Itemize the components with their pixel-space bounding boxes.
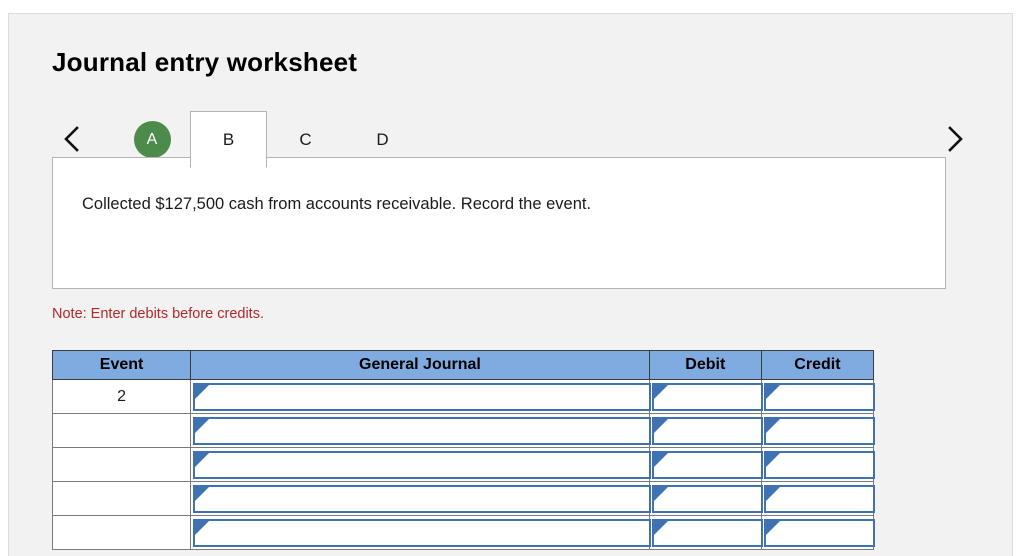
- cell-marker-triangle-icon: [193, 518, 651, 547]
- account-title-input-cell: [190, 379, 651, 414]
- transaction-prompt-box: Collected $127,500 cash from accounts re…: [52, 157, 946, 289]
- credit-amount-input[interactable]: [779, 384, 871, 409]
- cell-marker-triangle-icon: [763, 416, 875, 445]
- tab-c-label: C: [299, 129, 312, 149]
- cell-marker-triangle-icon: [651, 518, 763, 547]
- cell-marker-triangle-icon: [763, 518, 875, 547]
- credit-amount-input[interactable]: [779, 520, 871, 545]
- table-row: [51, 481, 875, 516]
- credit-amount-input-cell: [760, 413, 875, 448]
- account-title-input-cell: [190, 413, 651, 448]
- tab-b[interactable]: B: [190, 111, 267, 168]
- debit-amount-input-cell: [648, 379, 763, 414]
- tab-b-label: B: [222, 129, 235, 149]
- debit-amount-input-cell: [648, 413, 763, 448]
- transaction-prompt-text: Collected $127,500 cash from accounts re…: [82, 195, 592, 213]
- event-number-cell: 2: [51, 379, 192, 414]
- debit-amount-input-cell: [648, 481, 763, 516]
- column-header-event: Event: [51, 350, 192, 380]
- table-row: [51, 447, 875, 482]
- account-title-input[interactable]: [209, 384, 647, 409]
- credit-amount-input[interactable]: [779, 486, 871, 511]
- cell-marker-triangle-icon: [651, 450, 763, 479]
- cell-marker-triangle-icon: [651, 416, 763, 445]
- account-title-input[interactable]: [209, 418, 647, 443]
- tab-a-label: A: [133, 121, 171, 158]
- debit-amount-input-cell: [648, 515, 763, 550]
- cell-marker-triangle-icon: [193, 382, 651, 411]
- page-title: Journal entry worksheet: [52, 47, 358, 77]
- column-header-debit: Debit: [648, 350, 762, 380]
- account-title-input[interactable]: [209, 520, 647, 545]
- account-title-input-cell: [190, 481, 651, 516]
- worksheet-panel: Journal entry worksheet A B C D Collecte…: [8, 13, 1013, 556]
- event-number-cell: [51, 481, 192, 516]
- credit-amount-input-cell: [760, 515, 875, 550]
- cell-marker-triangle-icon: [193, 484, 651, 513]
- debit-amount-input[interactable]: [667, 418, 759, 443]
- account-title-input-cell: [190, 447, 651, 482]
- debits-before-credits-note: Note: Enter debits before credits.: [52, 306, 264, 322]
- cell-marker-triangle-icon: [763, 382, 875, 411]
- credit-amount-input[interactable]: [779, 452, 871, 477]
- credit-amount-input-cell: [760, 481, 875, 516]
- journal-table-header-row: Event General Journal Debit Credit: [51, 350, 875, 380]
- journal-table-body: 2: [51, 379, 875, 550]
- event-number-cell: [51, 447, 192, 482]
- debit-amount-input[interactable]: [667, 520, 759, 545]
- account-title-input[interactable]: [209, 486, 647, 511]
- chevron-left-icon: [61, 124, 83, 154]
- table-row: [51, 413, 875, 448]
- cell-marker-triangle-icon: [763, 450, 875, 479]
- cell-marker-triangle-icon: [193, 416, 651, 445]
- column-header-general-journal: General Journal: [190, 350, 650, 380]
- column-header-credit: Credit: [760, 350, 875, 380]
- journal-table-head: Event General Journal Debit Credit: [51, 350, 875, 380]
- debit-amount-input-cell: [648, 447, 763, 482]
- tab-d-label: D: [376, 129, 389, 149]
- credit-amount-input-cell: [760, 447, 875, 482]
- credit-amount-input[interactable]: [779, 418, 871, 443]
- cell-marker-triangle-icon: [763, 484, 875, 513]
- journal-entry-table: Event General Journal Debit Credit 2: [51, 350, 875, 550]
- event-number-cell: [51, 413, 192, 448]
- chevron-right-icon: [944, 124, 966, 154]
- cell-marker-triangle-icon: [651, 484, 763, 513]
- debit-amount-input[interactable]: [667, 384, 759, 409]
- account-title-input-cell: [190, 515, 651, 550]
- debit-amount-input[interactable]: [667, 486, 759, 511]
- cell-marker-triangle-icon: [193, 450, 651, 479]
- table-row: [51, 515, 875, 550]
- table-row: 2: [51, 379, 875, 414]
- event-number-cell: [51, 515, 192, 550]
- credit-amount-input-cell: [760, 379, 875, 414]
- cell-marker-triangle-icon: [651, 382, 763, 411]
- account-title-input[interactable]: [209, 452, 647, 477]
- debit-amount-input[interactable]: [667, 452, 759, 477]
